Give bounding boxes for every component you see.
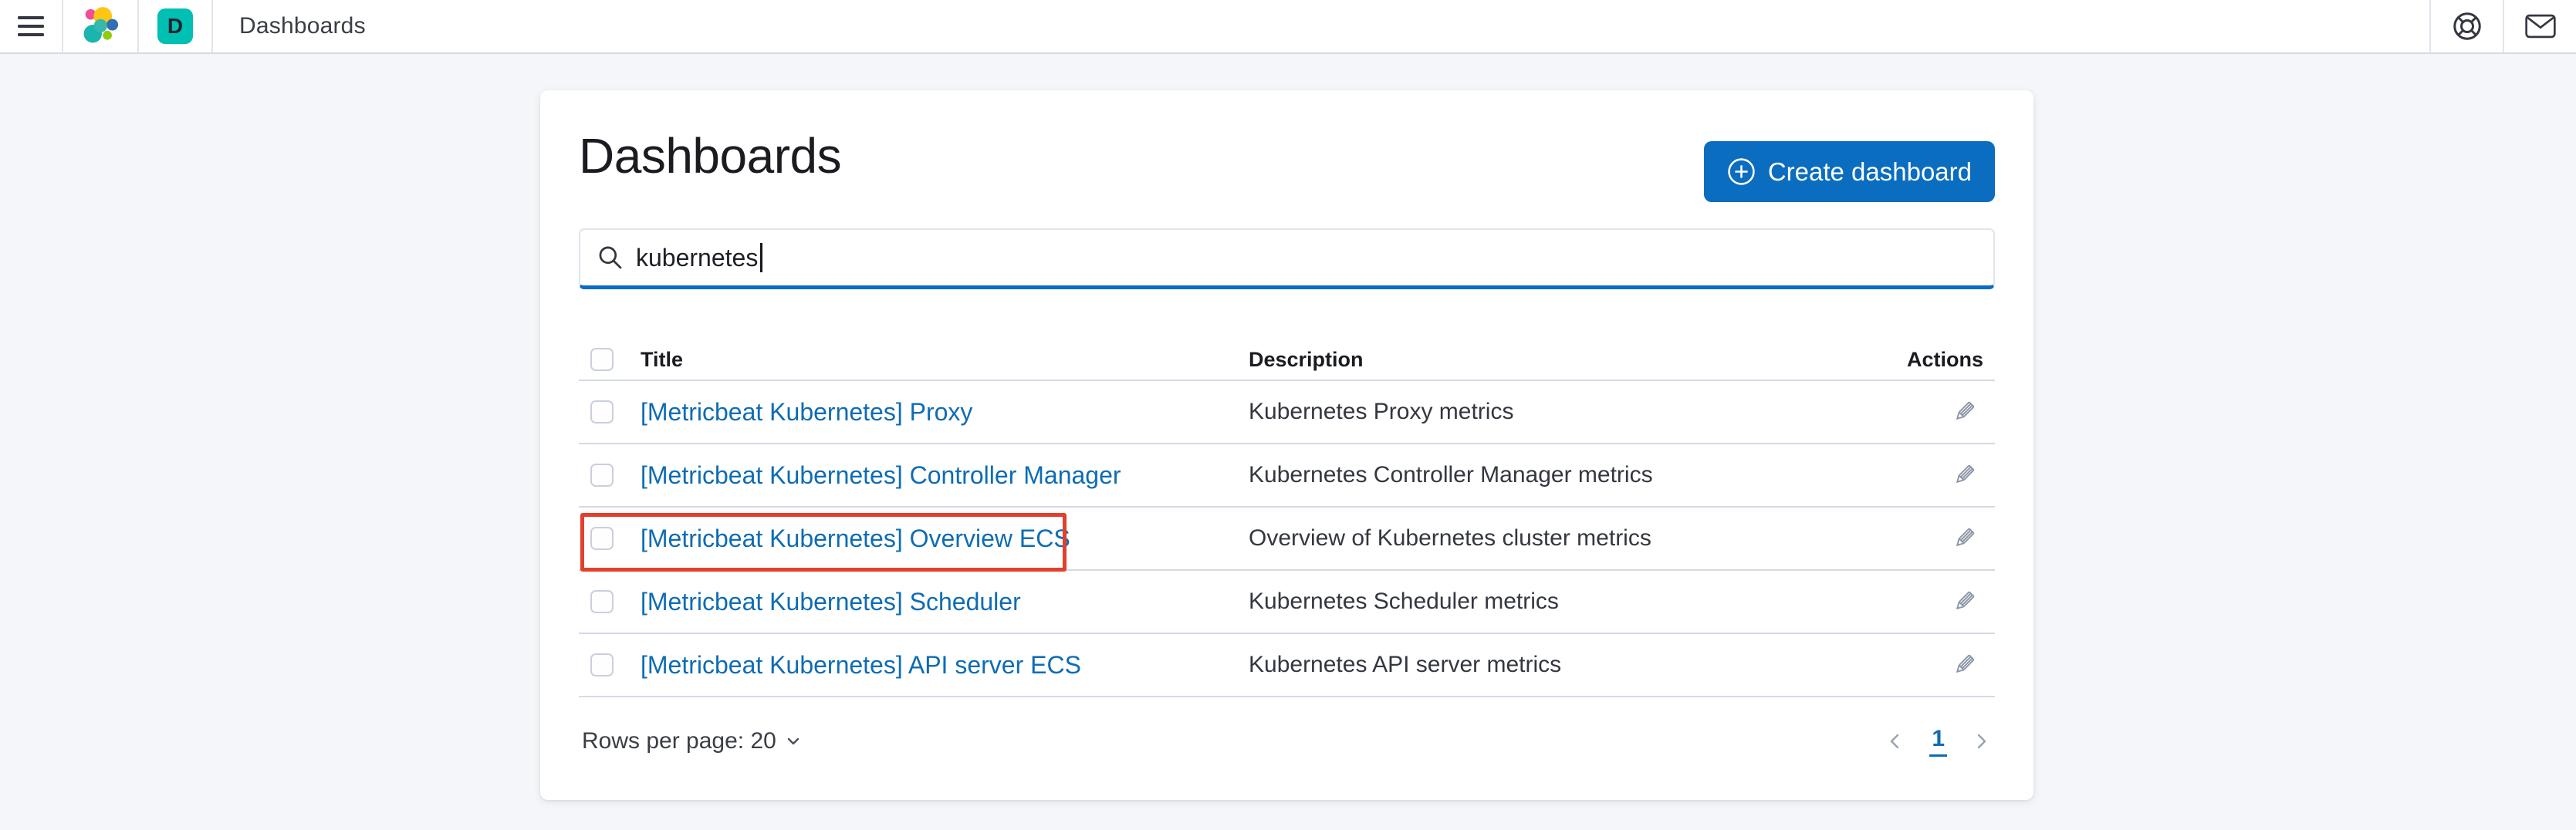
chevron-down-icon: [786, 734, 801, 749]
table-header-row: Title Description Actions: [579, 339, 1995, 381]
pencil-icon: [1950, 651, 1978, 679]
table-row: [Metricbeat Kubernetes] Overview ECS Ove…: [579, 508, 1995, 571]
table-row: [Metricbeat Kubernetes] Scheduler Kubern…: [579, 571, 1995, 634]
menu-button[interactable]: [0, 0, 63, 52]
next-page-button[interactable]: [1969, 729, 1993, 754]
dashboard-description: Kubernetes Controller Manager metrics: [1249, 462, 1887, 488]
dashboard-description: Kubernetes API server metrics: [1249, 652, 1887, 678]
elastic-logo-icon: [80, 6, 120, 46]
edit-dashboard-button[interactable]: [1947, 648, 1981, 682]
row-checkbox[interactable]: [590, 653, 614, 676]
top-bar: D Dashboards: [0, 0, 2576, 54]
create-dashboard-label: Create dashboard: [1768, 157, 1972, 187]
plus-circle-icon: [1727, 157, 1756, 186]
text-caret: [760, 243, 762, 272]
dashboard-title-link[interactable]: [Metricbeat Kubernetes] Scheduler: [641, 588, 1249, 616]
dashboard-description: Kubernetes Scheduler metrics: [1249, 589, 1887, 615]
page-title: Dashboards: [579, 127, 841, 184]
pencil-icon: [1950, 525, 1978, 552]
column-header-description: Description: [1249, 348, 1887, 372]
page-body: Dashboards Create dashboard: [0, 90, 2576, 800]
search-icon: [597, 245, 624, 271]
help-lifebuoy-icon: [2452, 11, 2483, 42]
elastic-logo[interactable]: [63, 0, 139, 52]
previous-page-button[interactable]: [1883, 729, 1908, 754]
pencil-icon: [1950, 588, 1978, 616]
mail-envelope-icon: [2525, 14, 2556, 39]
table-body: [Metricbeat Kubernetes] Proxy Kubernetes…: [579, 381, 1995, 697]
space-badge[interactable]: D: [157, 8, 193, 44]
dashboards-panel: Dashboards Create dashboard: [540, 90, 2033, 800]
row-checkbox[interactable]: [590, 527, 614, 550]
dashboard-title-link[interactable]: [Metricbeat Kubernetes] API server ECS: [641, 651, 1249, 680]
breadcrumb: Dashboards: [213, 0, 366, 52]
dashboard-description: Overview of Kubernetes cluster metrics: [1249, 525, 1887, 552]
chevron-left-icon: [1886, 732, 1905, 751]
dashboard-description: Kubernetes Proxy metrics: [1249, 399, 1887, 425]
edit-dashboard-button[interactable]: [1947, 395, 1981, 429]
topbar-spacer: [366, 0, 2431, 52]
help-button[interactable]: [2431, 0, 2504, 52]
chevron-right-icon: [1972, 732, 1990, 751]
pencil-icon: [1950, 461, 1978, 489]
search-input[interactable]: kubernetes: [579, 228, 1995, 289]
row-checkbox[interactable]: [590, 590, 614, 613]
dashboard-title-link[interactable]: [Metricbeat Kubernetes] Overview ECS: [641, 525, 1249, 553]
row-checkbox[interactable]: [590, 400, 614, 423]
create-dashboard-button[interactable]: Create dashboard: [1704, 141, 1995, 202]
row-checkbox[interactable]: [590, 464, 614, 487]
edit-dashboard-button[interactable]: [1947, 458, 1981, 492]
table-footer: Rows per page: 20 1: [579, 724, 1995, 759]
rows-per-page-button[interactable]: Rows per page: 20: [579, 724, 804, 759]
search-value: kubernetes: [636, 244, 758, 272]
table-row: [Metricbeat Kubernetes] API server ECS K…: [579, 634, 1995, 697]
newsfeed-button[interactable]: [2504, 0, 2576, 52]
rows-per-page-label: Rows per page: 20: [582, 728, 776, 754]
dashboard-title-link[interactable]: [Metricbeat Kubernetes] Proxy: [641, 398, 1249, 427]
pencil-icon: [1950, 398, 1978, 426]
edit-dashboard-button[interactable]: [1947, 585, 1981, 619]
pagination: 1: [1883, 726, 1995, 757]
dashboard-title-link[interactable]: [Metricbeat Kubernetes] Controller Manag…: [641, 461, 1249, 490]
table-row: [Metricbeat Kubernetes] Proxy Kubernetes…: [579, 381, 1995, 444]
column-header-actions: Actions: [1887, 348, 1995, 372]
select-all-checkbox[interactable]: [590, 348, 614, 371]
hamburger-icon: [17, 15, 45, 38]
edit-dashboard-button[interactable]: [1947, 521, 1981, 555]
table-row: [Metricbeat Kubernetes] Controller Manag…: [579, 444, 1995, 508]
column-header-title: Title: [641, 348, 1249, 372]
page-number-1[interactable]: 1: [1929, 726, 1947, 757]
space-switcher[interactable]: D: [139, 0, 213, 52]
dashboards-table: Title Description Actions [Metricbeat Ku…: [579, 339, 1995, 697]
